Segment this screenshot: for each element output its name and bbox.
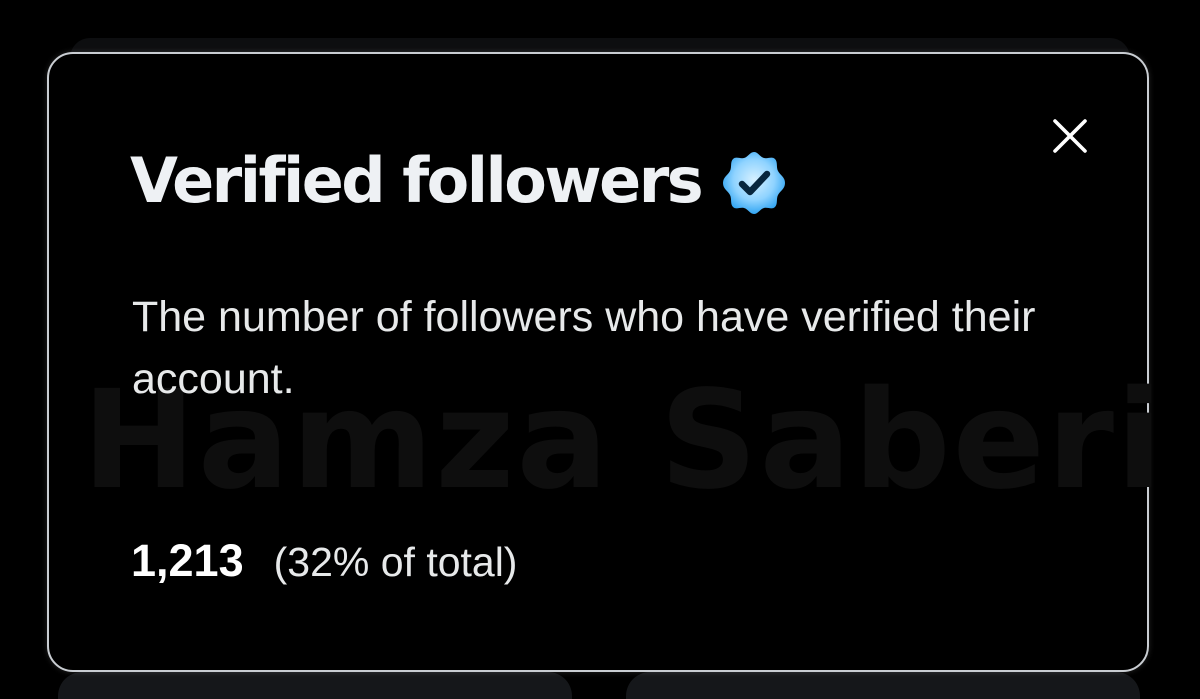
percent-of-total: (32% of total) [273,539,518,585]
close-button[interactable] [1046,112,1094,160]
close-icon [1053,119,1087,153]
background-tile-left [58,672,572,699]
background-tile-right [626,672,1140,699]
verified-followers-count: 1,213 [131,535,244,586]
verified-badge-icon [723,152,786,214]
screen: Hamza Saberi Verified followers The numb… [0,0,1200,699]
dialog-description: The number of followers who have verifie… [132,293,1036,403]
verified-followers-stat: 1,213 (32% of total) [131,526,517,597]
dialog-header: Verified followers [130,138,789,224]
dialog-title: Verified followers [130,144,704,217]
